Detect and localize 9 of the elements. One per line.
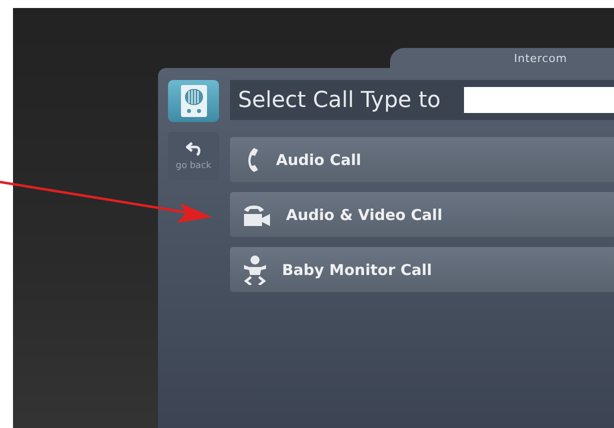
call-type-button[interactable]: Baby Monitor Call [230, 247, 614, 292]
header-title: Select Call Type to [238, 88, 441, 112]
phone-camera-icon [242, 202, 272, 226]
go-back-button[interactable]: go back [168, 132, 219, 180]
call-type-button[interactable]: Audio & Video Call [230, 192, 614, 237]
call-type-button[interactable]: Audio Call [230, 137, 614, 182]
baby-icon [242, 254, 268, 284]
back-arrow-icon [186, 141, 202, 157]
intercom-icon [168, 80, 219, 122]
